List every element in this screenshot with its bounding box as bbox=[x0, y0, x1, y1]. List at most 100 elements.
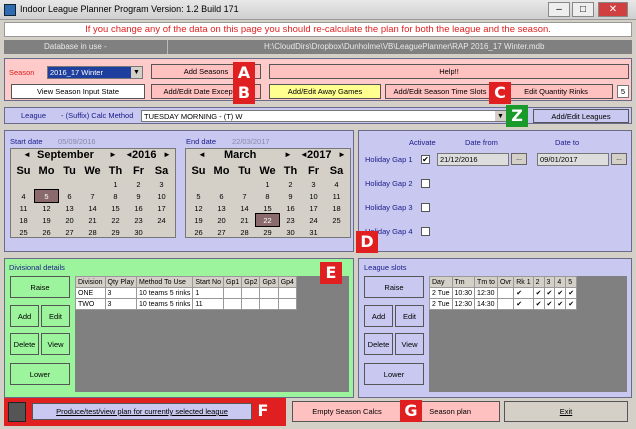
raise-division-button[interactable]: Raise bbox=[10, 276, 70, 298]
holiday-gap-checkbox[interactable] bbox=[421, 203, 430, 212]
column-header[interactable]: Division bbox=[75, 276, 106, 288]
slot-table[interactable]: Day Tm Tm to Ovr Rk 123452 Tue 10:30 12:30 ✔ ✔ ✔ ✔… bbox=[429, 276, 578, 310]
table-cell[interactable]: ONE bbox=[75, 287, 106, 299]
calendar-day[interactable]: 6 bbox=[58, 190, 81, 202]
raise-slot-button[interactable]: Raise bbox=[364, 276, 424, 298]
table-cell[interactable]: 3 bbox=[104, 287, 137, 299]
table-cell[interactable]: 11 bbox=[192, 298, 225, 310]
table-cell[interactable] bbox=[259, 287, 279, 299]
calendar-day[interactable]: 16 bbox=[279, 202, 302, 214]
calendar-day[interactable]: 26 bbox=[35, 226, 58, 238]
table-row[interactable]: 2 Tue 12:30 14:30 ✔ ✔ ✔ ✔ ✔ bbox=[429, 298, 578, 310]
calendar-day[interactable]: 14 bbox=[233, 202, 256, 214]
start-calendar[interactable]: ◄ September ► ◄ 2016 ► Su Mo Tu We Th Fr Sa 12… bbox=[10, 148, 176, 238]
column-header[interactable]: Rk 1 bbox=[513, 276, 534, 288]
calendar-day[interactable]: 5 bbox=[187, 190, 210, 202]
league-select[interactable]: TUESDAY MORNING - (T) W ▼ bbox=[141, 110, 507, 122]
holiday-to-field[interactable]: 09/01/2017 bbox=[537, 153, 609, 166]
table-cell[interactable] bbox=[277, 298, 297, 310]
table-row[interactable]: 2 Tue 10:30 12:30 ✔ ✔ ✔ ✔ ✔ bbox=[429, 287, 578, 299]
calendar-day[interactable]: 15 bbox=[256, 202, 279, 214]
close-button[interactable]: ✕ bbox=[598, 2, 628, 17]
calendar-day[interactable]: 6 bbox=[210, 190, 233, 202]
table-cell[interactable]: 3 bbox=[104, 298, 137, 310]
calendar-day[interactable]: 4 bbox=[325, 178, 348, 190]
column-header[interactable]: Method To Use bbox=[135, 276, 194, 288]
calendar-day[interactable]: 17 bbox=[150, 202, 173, 214]
table-cell[interactable] bbox=[277, 287, 297, 299]
add-slot-button[interactable]: Add bbox=[364, 305, 393, 327]
table-cell[interactable] bbox=[223, 287, 243, 299]
prev-month-icon[interactable]: ◄ bbox=[198, 150, 206, 159]
calendar-day[interactable]: 20 bbox=[58, 214, 81, 226]
table-cell[interactable]: 10 teams 5 rinks bbox=[135, 298, 194, 310]
calendar-day[interactable]: 23 bbox=[279, 214, 302, 226]
delete-slot-button[interactable]: Delete bbox=[364, 333, 393, 355]
chevron-down-icon[interactable]: ▼ bbox=[495, 111, 506, 121]
calendar-day[interactable]: 9 bbox=[127, 190, 150, 202]
column-header[interactable]: 2 bbox=[532, 276, 545, 288]
holiday-from-field[interactable]: 21/12/2016 bbox=[437, 153, 509, 166]
calendar-day[interactable]: 13 bbox=[58, 202, 81, 214]
calendar-day[interactable]: 14 bbox=[81, 202, 104, 214]
column-header[interactable]: Start No bbox=[192, 276, 225, 288]
calendar-day[interactable]: 8 bbox=[256, 190, 279, 202]
calendar-day[interactable]: 10 bbox=[302, 190, 325, 202]
table-cell[interactable] bbox=[496, 287, 515, 299]
calendar-day[interactable]: 4 bbox=[12, 190, 35, 202]
next-year-icon[interactable]: ► bbox=[338, 150, 346, 159]
calendar-day[interactable]: 12 bbox=[35, 202, 58, 214]
calendar-day[interactable]: 22 bbox=[104, 214, 127, 226]
next-month-icon[interactable]: ► bbox=[109, 150, 117, 159]
calendar-day[interactable]: 28 bbox=[233, 226, 256, 238]
calendar-day[interactable]: 18 bbox=[12, 214, 35, 226]
calendar-day[interactable]: 7 bbox=[233, 190, 256, 202]
table-cell[interactable] bbox=[223, 298, 243, 310]
produce-plan-button[interactable]: Produce/test/view plan for currently sel… bbox=[32, 403, 252, 420]
empty-season-calcs-button[interactable]: Empty Season Calcs bbox=[292, 401, 402, 422]
table-cell[interactable]: 10:30 bbox=[451, 287, 476, 299]
calendar-day[interactable]: 10 bbox=[150, 190, 173, 202]
quantity-rinks-field[interactable]: 5 bbox=[617, 85, 629, 98]
season-time-slots-button[interactable]: Add/Edit Season Time Slots bbox=[385, 84, 495, 99]
calendar-day[interactable]: 2 bbox=[127, 178, 150, 190]
table-cell[interactable]: ✔ bbox=[543, 298, 556, 310]
column-header[interactable]: Gp2 bbox=[241, 276, 261, 288]
column-header[interactable]: Ovr bbox=[496, 276, 515, 288]
chevron-down-icon[interactable]: ▼ bbox=[131, 67, 142, 78]
calendar-day[interactable]: 20 bbox=[210, 214, 233, 226]
calendar-day[interactable]: 2 bbox=[279, 178, 302, 190]
table-cell[interactable]: ✔ bbox=[565, 287, 578, 299]
calendar-day[interactable]: 12 bbox=[187, 202, 210, 214]
season-select[interactable]: 2016_17 Winter ▼ bbox=[47, 66, 143, 79]
add-edit-leagues-button[interactable]: Add/Edit Leagues bbox=[533, 109, 629, 123]
table-cell[interactable]: ✔ bbox=[513, 287, 534, 299]
calendar-day[interactable]: 25 bbox=[12, 226, 35, 238]
table-cell[interactable]: 14:30 bbox=[474, 298, 498, 310]
calendar-day[interactable]: 5 bbox=[34, 189, 59, 203]
table-cell[interactable] bbox=[496, 298, 515, 310]
view-slot-button[interactable]: View bbox=[395, 333, 424, 355]
grid-icon[interactable] bbox=[8, 402, 26, 422]
edit-division-button[interactable]: Edit bbox=[41, 305, 70, 327]
help-button[interactable]: Help!! bbox=[269, 64, 629, 79]
calendar-day[interactable]: 11 bbox=[325, 190, 348, 202]
calendar-day[interactable]: 7 bbox=[81, 190, 104, 202]
calendar-day[interactable]: 9 bbox=[279, 190, 302, 202]
column-header[interactable]: 3 bbox=[543, 276, 556, 288]
maximize-button[interactable]: □ bbox=[572, 2, 594, 17]
table-cell[interactable]: 10 teams 5 rinks bbox=[135, 287, 194, 299]
edit-quantity-rinks-button[interactable]: Edit Quantity Rinks bbox=[499, 84, 613, 99]
table-cell[interactable]: 2 Tue bbox=[429, 298, 453, 310]
column-header[interactable]: Gp1 bbox=[223, 276, 243, 288]
calendar-day[interactable]: 25 bbox=[325, 214, 348, 226]
exit-button[interactable]: Exit bbox=[504, 401, 628, 422]
column-header[interactable]: Qty Play bbox=[104, 276, 137, 288]
holiday-to-browse[interactable]: ... bbox=[611, 153, 627, 165]
column-header[interactable]: Gp4 bbox=[277, 276, 297, 288]
calendar-day[interactable]: 29 bbox=[104, 226, 127, 238]
lower-division-button[interactable]: Lower bbox=[10, 363, 70, 385]
holiday-gap-checkbox[interactable] bbox=[421, 179, 430, 188]
calendar-day[interactable]: 28 bbox=[81, 226, 104, 238]
delete-division-button[interactable]: Delete bbox=[10, 333, 39, 355]
